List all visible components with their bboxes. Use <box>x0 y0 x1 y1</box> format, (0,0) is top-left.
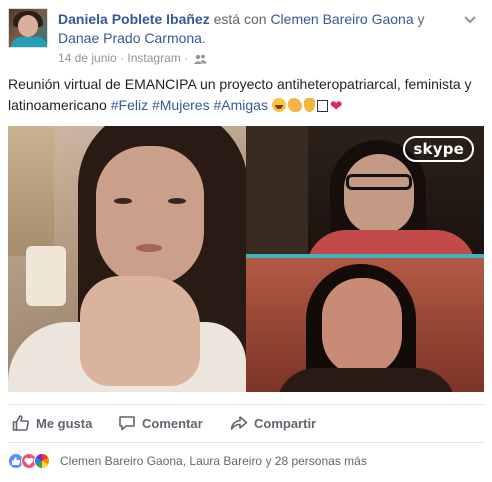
thumbs-up-icon <box>12 414 30 432</box>
hashtag-feliz[interactable]: #Feliz <box>111 97 148 113</box>
video-call-participant-1 <box>8 126 246 392</box>
post-attribution: Daniela Poblete Ibañez está con Clemen B… <box>58 10 448 48</box>
post-date[interactable]: 14 de junio <box>58 51 117 65</box>
hashtag-mujeres[interactable]: #Mujeres <box>152 97 210 113</box>
skype-logo: skype <box>403 136 474 162</box>
post-meta: 14 de junio · Instagram · <box>58 51 208 68</box>
post-body: Reunión virtual de EMANCIPA un proyecto … <box>8 74 486 116</box>
post-source[interactable]: Instagram <box>127 51 180 65</box>
like-label: Me gusta <box>36 415 93 431</box>
author-avatar[interactable] <box>8 8 48 48</box>
tagged-person-1[interactable]: Clemen Bareiro Gaona <box>270 11 413 27</box>
tagged-person-2[interactable]: Danae Prado Carmona <box>58 30 202 46</box>
ok-hand-icon <box>303 98 315 112</box>
red-heart-icon: ❤ <box>329 98 343 115</box>
comment-icon <box>118 414 136 432</box>
flexed-biceps-icon <box>287 98 302 112</box>
reactions-summary[interactable]: Clemen Bareiro Gaona, Laura Bareiro y 28… <box>60 454 367 468</box>
meta-separator: · <box>120 51 125 65</box>
pride-reaction-icon <box>34 453 50 469</box>
share-button[interactable]: Compartir <box>230 413 316 433</box>
friends-icon[interactable] <box>194 53 208 68</box>
share-icon <box>230 414 248 432</box>
facebook-post: Daniela Poblete Ibañez está con Clemen B… <box>0 0 492 482</box>
reaction-icons[interactable] <box>8 453 50 471</box>
like-button[interactable]: Me gusta <box>12 413 92 433</box>
video-call-participant-3 <box>246 258 484 392</box>
comment-label: Comentar <box>142 415 203 431</box>
chevron-down-icon[interactable] <box>460 12 480 28</box>
post-actions: Me gusta Comentar Compartir <box>8 404 484 440</box>
reactions-bar: Clemen Bareiro Gaona, Laura Bareiro y 28… <box>8 442 484 478</box>
post-header: Daniela Poblete Ibañez está con Clemen B… <box>8 8 484 65</box>
comment-button[interactable]: Comentar <box>118 413 203 433</box>
hashtag-amigas[interactable]: #Amigas <box>213 97 267 113</box>
with-text: está con <box>213 11 267 27</box>
share-label: Compartir <box>254 415 317 431</box>
post-photo[interactable]: skype <box>8 126 484 392</box>
meta-separator-2: · <box>184 51 189 65</box>
box-icon <box>316 100 328 112</box>
grinning-face-icon <box>271 98 286 112</box>
and-text: y <box>417 11 425 27</box>
video-call-participant-2: skype <box>246 126 484 254</box>
period: . <box>201 30 206 46</box>
author-name[interactable]: Daniela Poblete Ibañez <box>58 11 210 27</box>
